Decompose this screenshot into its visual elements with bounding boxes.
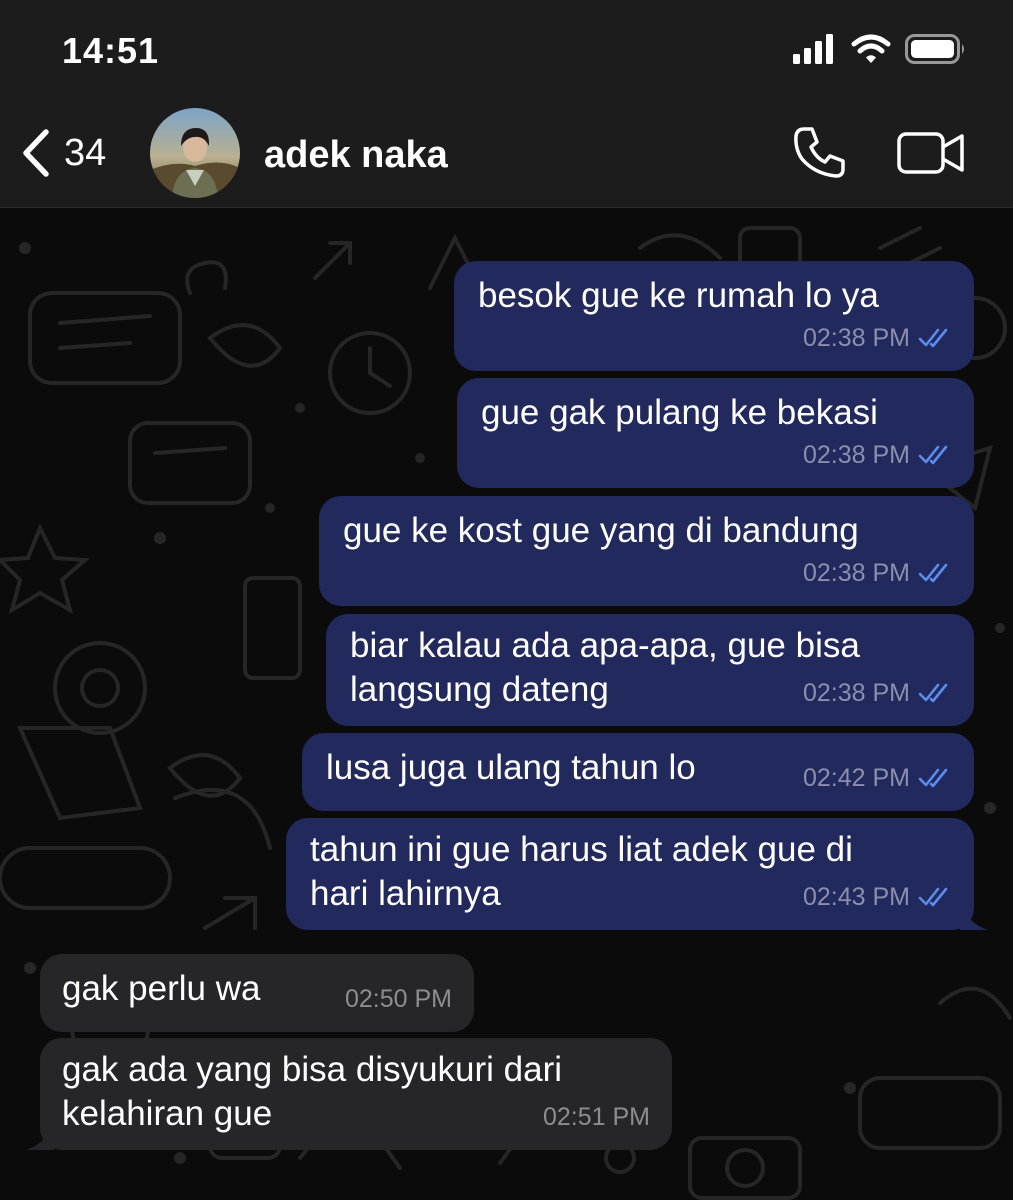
double-check-icon [918,328,948,348]
double-check-icon [918,887,948,907]
double-check-icon [918,445,948,465]
message-meta: 02:38 PM [803,432,954,478]
message-text: gue gak pulang ke bekasi [481,393,878,432]
message-text-line: gak ada yang bisa disyukuri dari [62,1050,563,1089]
back-chevron-icon [23,129,49,177]
message-time: 02:38 PM [802,559,910,587]
double-check-icon [918,563,948,583]
message-bubble-outgoing[interactable]: gue gak pulang ke bekasi 02:38 PM [457,378,974,488]
status-time: 14:51 [62,30,160,71]
message-time: 02:51 PM [542,1103,650,1131]
double-check-icon [918,683,948,703]
video-camera-icon [897,132,964,174]
message-bubble-outgoing[interactable]: tahun ini gue harus liat adek gue di har… [286,818,974,930]
message-bubble-incoming[interactable]: gak ada yang bisa disyukuri dari kelahir… [40,1038,672,1150]
chat-area[interactable]: besok gue ke rumah lo ya 02:38 PM gue ga… [0,208,1013,1200]
battery-icon [905,34,964,64]
message-time: 02:38 PM [802,441,910,469]
message-time: 02:43 PM [802,883,910,911]
message-meta: 02:38 PM [803,550,954,596]
message-text-line: tahun ini gue harus liat adek gue di [310,830,853,869]
bubble-tail-incoming [26,1118,54,1150]
bubble-tail-outgoing [960,898,988,930]
unread-count: 34 [64,131,107,174]
message-bubble-outgoing[interactable]: besok gue ke rumah lo ya 02:38 PM [454,261,974,371]
message-time: 02:38 PM [802,324,910,352]
message-time: 02:50 PM [344,985,452,1013]
voice-call-button[interactable] [790,124,848,187]
chat-header: 34 adek naka [0,100,1013,208]
message-meta: 02:43 PM [803,874,954,920]
message-bubble-outgoing[interactable]: biar kalau ada apa-apa, gue bisa langsun… [326,614,974,726]
message-bubble-outgoing[interactable]: lusa juga ulang tahun lo 02:42 PM [302,733,974,811]
avatar[interactable] [150,108,240,198]
message-text: besok gue ke rumah lo ya [478,276,879,315]
signal-icon [793,34,833,64]
message-text-line: biar kalau ada apa-apa, gue bisa [350,626,860,665]
phone-icon [794,127,845,178]
message-meta: 02:42 PM [803,755,954,801]
status-icons [793,34,967,64]
message-time: 02:38 PM [802,679,910,707]
message-bubble-outgoing[interactable]: gue ke kost gue yang di bandung 02:38 PM [319,496,974,606]
message-time: 02:42 PM [802,764,910,792]
wifi-icon [851,34,891,63]
video-call-button[interactable] [896,130,966,181]
message-meta: 02:38 PM [803,670,954,716]
double-check-icon [918,768,948,788]
message-bubble-incoming[interactable]: gak perlu wa 02:50 PM [40,954,474,1032]
status-bar: 14:51 [0,0,1013,100]
message-meta: 02:38 PM [803,315,954,361]
message-meta: 02:50 PM [345,976,452,1022]
message-meta: 02:51 PM [543,1094,650,1140]
message-text: gue ke kost gue yang di bandung [343,511,859,550]
contact-photo [150,108,240,198]
contact-name[interactable]: adek naka [264,134,448,177]
back-button[interactable]: 34 [18,128,106,178]
